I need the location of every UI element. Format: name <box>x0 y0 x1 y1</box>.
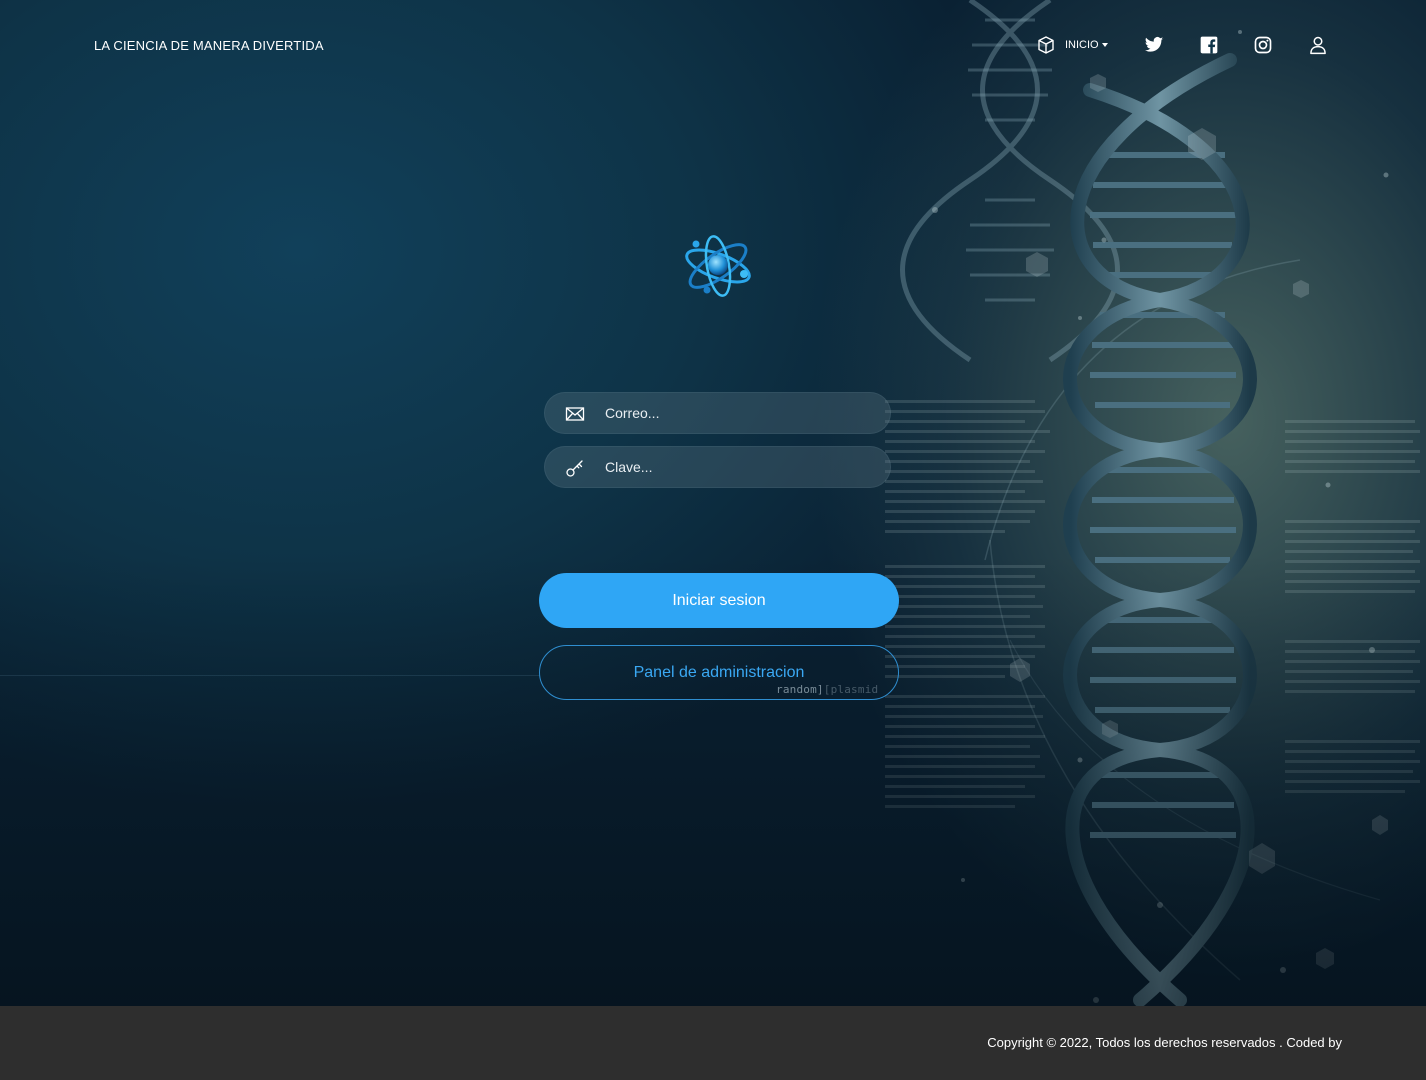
nav-inicio-dropdown[interactable]: INICIO <box>1036 34 1108 56</box>
envelope-icon <box>565 407 585 421</box>
twitter-icon[interactable] <box>1144 35 1164 55</box>
brand-title[interactable]: LA CIENCIA DE MANERA DIVERTIDA <box>94 38 324 53</box>
hero-background: LA CIENCIA DE MANERA DIVERTIDA INICIO Co… <box>0 0 1426 1006</box>
watermark-text: random][plasmid <box>776 683 878 696</box>
password-input[interactable] <box>605 447 875 487</box>
facebook-icon[interactable] <box>1199 35 1219 55</box>
footer-copyright: Copyright © 2022, Todos los derechos res… <box>987 1035 1342 1050</box>
instagram-icon[interactable] <box>1253 35 1273 55</box>
atom-logo-icon <box>685 235 751 297</box>
email-field[interactable] <box>544 392 891 434</box>
email-input[interactable] <box>605 393 875 433</box>
login-button[interactable]: Iniciar sesion <box>539 573 899 628</box>
key-icon <box>566 460 583 477</box>
dna-helix-illustration <box>885 0 1420 1006</box>
watermark-part1: random] <box>776 683 824 696</box>
password-field[interactable] <box>544 446 891 488</box>
chevron-down-icon <box>1101 43 1108 47</box>
top-navbar: LA CIENCIA DE MANERA DIVERTIDA INICIO <box>0 0 1426 90</box>
footer: Copyright © 2022, Todos los derechos res… <box>0 1006 1426 1080</box>
box-icon <box>1038 36 1054 54</box>
user-icon[interactable] <box>1308 35 1328 55</box>
divider-line <box>0 675 540 676</box>
watermark-part2: [plasmid <box>823 683 879 696</box>
nav-inicio-label: INICIO <box>1065 39 1099 51</box>
